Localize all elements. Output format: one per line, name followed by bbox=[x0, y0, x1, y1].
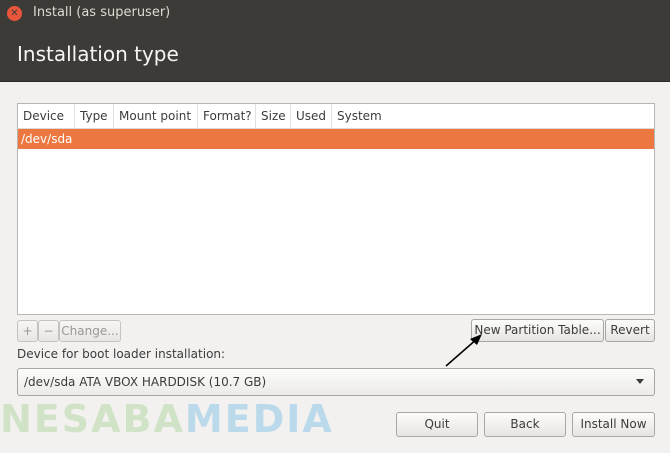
row-device: /dev/sda bbox=[21, 132, 73, 146]
watermark-logo: NESABAMEDIA bbox=[0, 397, 334, 441]
remove-partition-button[interactable]: − bbox=[38, 320, 59, 342]
bootloader-selected-value: /dev/sda ATA VBOX HARDDISK (10.7 GB) bbox=[24, 375, 267, 389]
revert-button[interactable]: Revert bbox=[605, 319, 655, 342]
partition-table[interactable]: Device Type Mount point Format? Size Use… bbox=[17, 103, 655, 315]
new-partition-table-button[interactable]: New Partition Table... bbox=[471, 319, 604, 342]
page-title: Installation type bbox=[17, 42, 179, 66]
column-mount-point[interactable]: Mount point bbox=[114, 104, 198, 128]
watermark-part1: NESABA bbox=[0, 397, 185, 441]
install-now-button[interactable]: Install Now bbox=[572, 412, 655, 437]
add-partition-button[interactable]: + bbox=[17, 320, 38, 342]
change-partition-button[interactable]: Change... bbox=[59, 320, 121, 342]
annotation-arrow bbox=[445, 334, 482, 367]
table-header: Device Type Mount point Format? Size Use… bbox=[18, 104, 654, 129]
bootloader-device-select[interactable]: /dev/sda ATA VBOX HARDDISK (10.7 GB) bbox=[17, 368, 655, 396]
watermark-part2: MEDIA bbox=[184, 397, 334, 441]
page-header: Installation type bbox=[0, 27, 670, 82]
quit-button[interactable]: Quit bbox=[396, 412, 478, 437]
column-format[interactable]: Format? bbox=[198, 104, 256, 128]
back-button[interactable]: Back bbox=[484, 412, 566, 437]
dropdown-arrow-icon bbox=[636, 379, 644, 384]
column-device[interactable]: Device bbox=[18, 104, 75, 128]
window-title: Install (as superuser) bbox=[33, 5, 171, 20]
column-used[interactable]: Used bbox=[291, 104, 332, 128]
title-bar: ✕ Install (as superuser) bbox=[0, 0, 670, 27]
column-size[interactable]: Size bbox=[256, 104, 291, 128]
column-system[interactable]: System bbox=[332, 104, 654, 128]
column-type[interactable]: Type bbox=[75, 104, 114, 128]
close-icon[interactable]: ✕ bbox=[7, 6, 22, 21]
bootloader-label: Device for boot loader installation: bbox=[17, 347, 226, 361]
table-row[interactable]: /dev/sda bbox=[18, 129, 654, 149]
